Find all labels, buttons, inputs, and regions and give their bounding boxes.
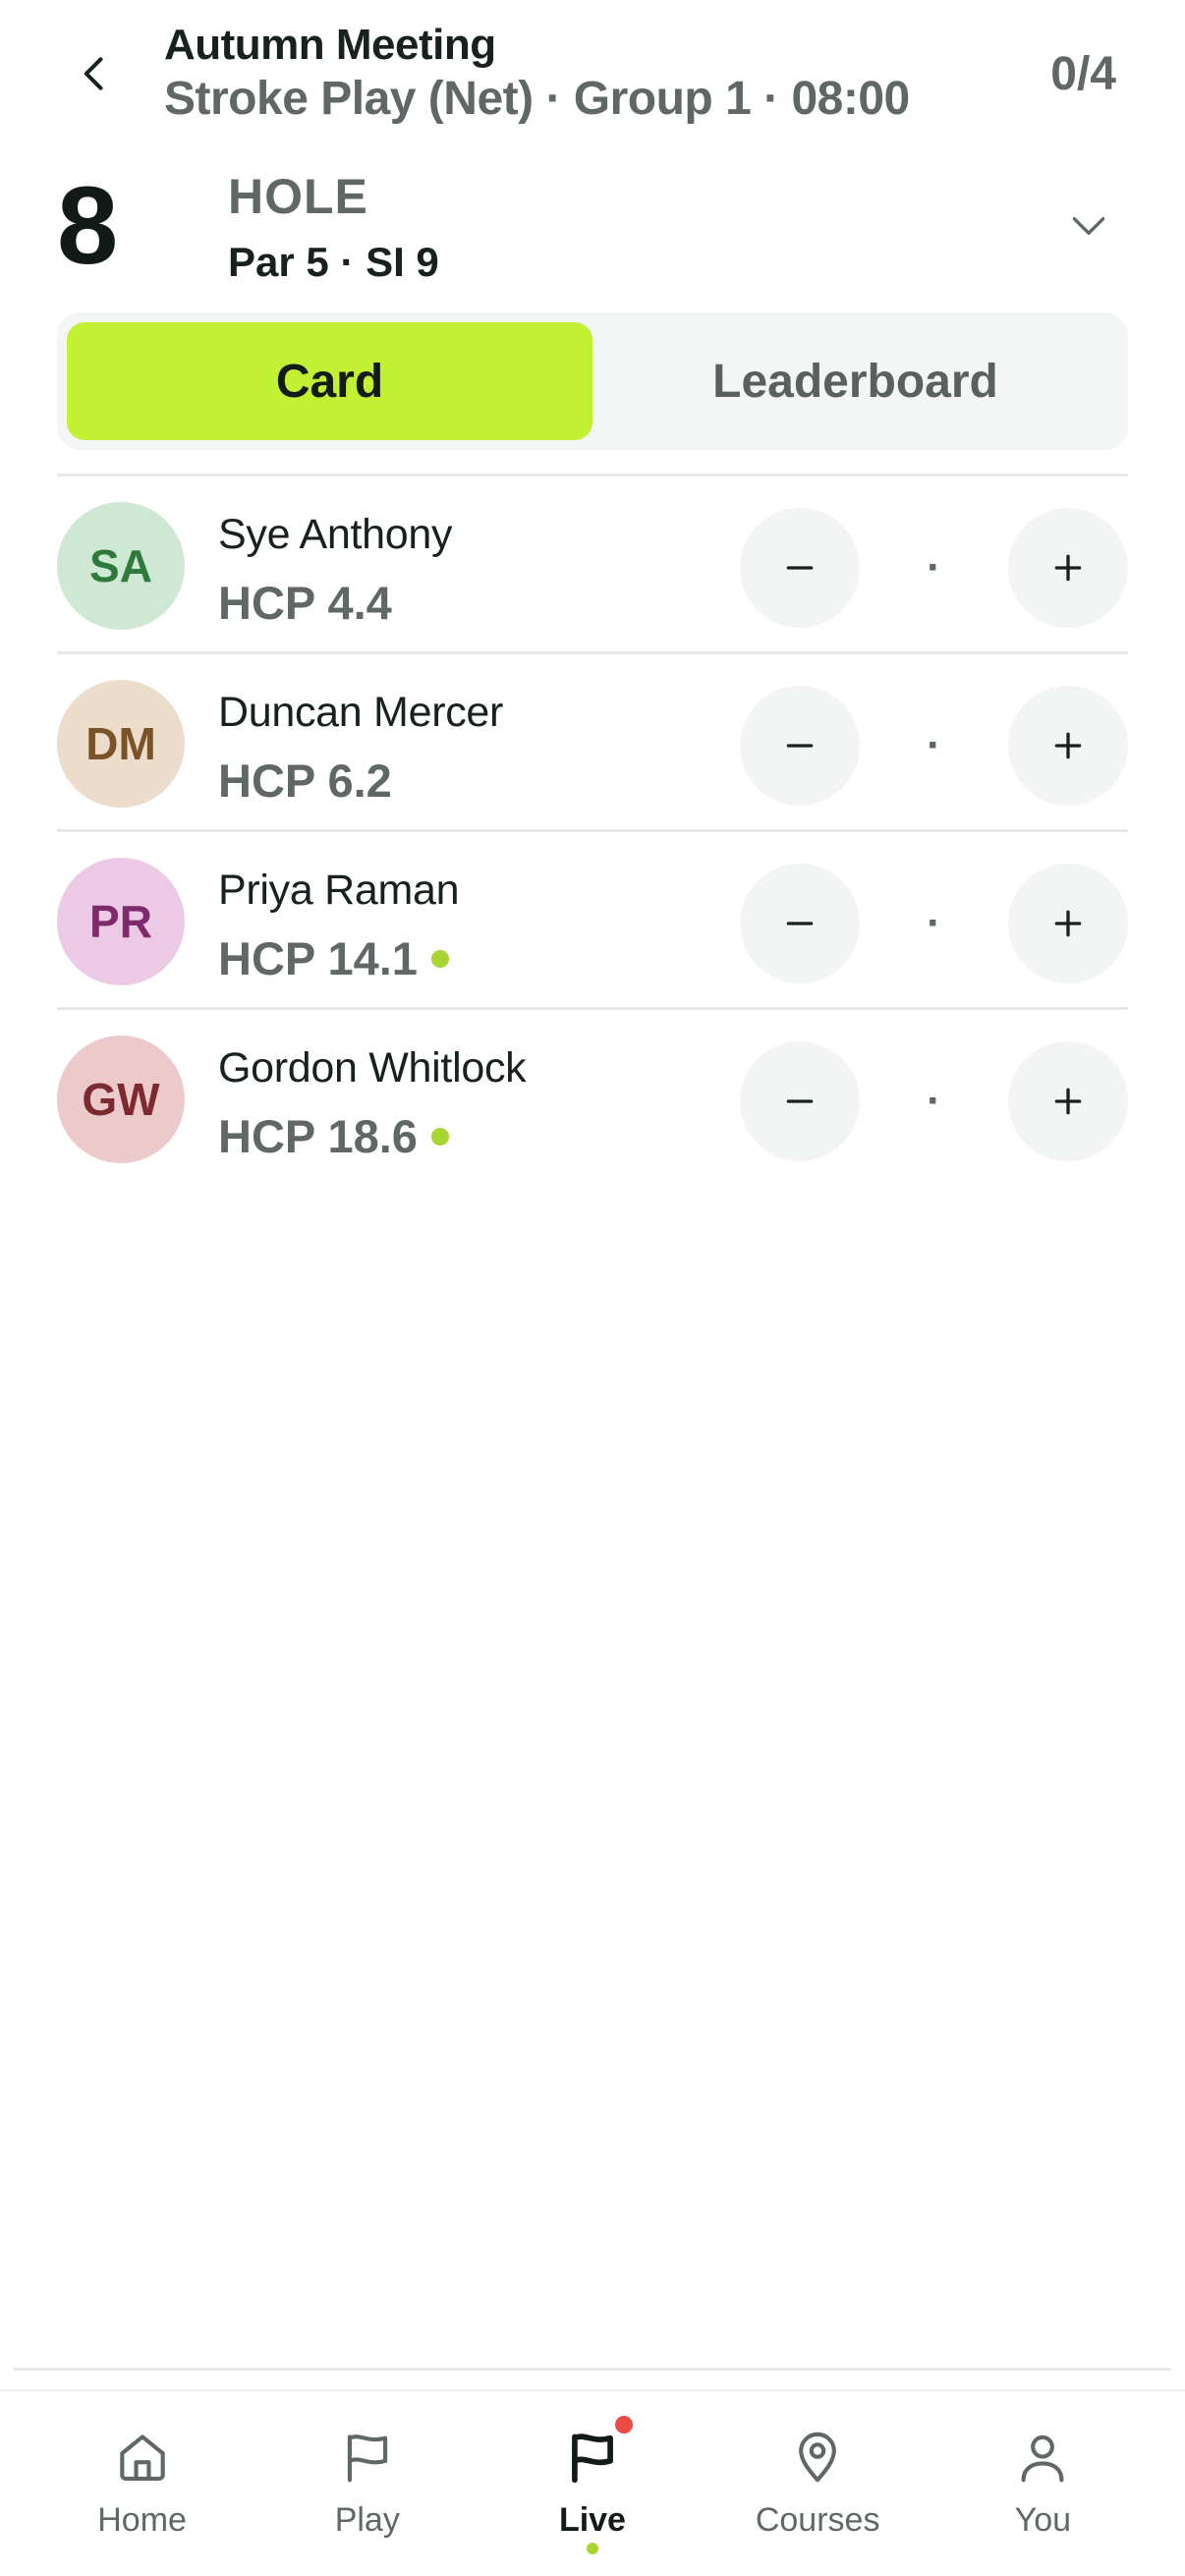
plus-icon <box>1054 732 1082 759</box>
back-button[interactable] <box>61 39 130 108</box>
nav-label: Live <box>558 2501 626 2539</box>
plus-icon <box>1054 554 1082 582</box>
hcp-value: HCP 4.4 <box>218 577 392 629</box>
header: Autumn Meeting Stroke Play (Net) · Group… <box>0 0 1185 147</box>
decrease-score-button[interactable] <box>740 508 860 628</box>
increase-score-button[interactable] <box>1008 508 1128 628</box>
increase-score-button[interactable] <box>1008 864 1128 983</box>
avatar-initials: GW <box>82 1074 160 1125</box>
home-icon <box>108 2423 177 2492</box>
player-name: Duncan Mercer <box>218 689 504 736</box>
hole-info: Par 5 · SI 9 <box>228 239 439 285</box>
nav-live[interactable]: Live <box>494 2391 691 2576</box>
divider <box>14 2368 1171 2371</box>
minus-icon <box>786 922 814 925</box>
player-list: SA Sye Anthony HCP 4.4 · DM Duncan Merce… <box>57 474 1128 1185</box>
hcp-value: HCP 14.1 <box>218 932 418 984</box>
increase-score-button[interactable] <box>1008 686 1128 806</box>
decrease-score-button[interactable] <box>740 864 860 983</box>
tab-card[interactable]: Card <box>67 322 592 440</box>
nav-label: You <box>1014 2501 1072 2539</box>
chevron-down-icon <box>1072 217 1105 235</box>
player-name: Gordon Whitlock <box>218 1044 527 1092</box>
score-progress: 0/4 <box>1050 48 1116 100</box>
nav-label: Home <box>97 2501 187 2539</box>
status-dot <box>430 950 449 968</box>
minus-icon <box>786 1099 814 1103</box>
avatar-initials: PR <box>89 896 152 947</box>
nav-home[interactable]: Home <box>44 2391 241 2576</box>
score-value: · <box>927 721 941 769</box>
minus-icon <box>786 744 814 748</box>
player-hcp: HCP 14.1 <box>218 930 449 987</box>
user-icon <box>1008 2423 1077 2492</box>
score-value: · <box>927 899 941 947</box>
hcp-value: HCP 18.6 <box>218 1110 418 1162</box>
hole-label: HOLE <box>228 169 368 224</box>
bottom-nav: Home Play Live Courses You <box>0 2391 1185 2576</box>
avatar-initials: DM <box>85 718 156 769</box>
decrease-score-button[interactable] <box>740 1041 860 1161</box>
view-tabs: Card Leaderboard <box>57 312 1128 450</box>
player-row: DM Duncan Mercer HCP 6.2 · <box>57 654 1128 829</box>
nav-play[interactable]: Play <box>269 2391 466 2576</box>
player-hcp: HCP 6.2 <box>218 753 392 810</box>
minus-icon <box>786 566 814 570</box>
plus-icon <box>1054 910 1082 937</box>
increase-score-button[interactable] <box>1008 1041 1128 1161</box>
score-value: · <box>927 1077 941 1125</box>
nav-courses[interactable]: Courses <box>719 2391 916 2576</box>
decrease-score-button[interactable] <box>740 686 860 806</box>
scorecard-screen: Autumn Meeting Stroke Play (Net) · Group… <box>0 0 1185 2576</box>
nav-you[interactable]: You <box>944 2391 1141 2576</box>
player-row: GW Gordon Whitlock HCP 18.6 · <box>57 1010 1128 1185</box>
flag-icon <box>333 2423 402 2492</box>
player-hcp: HCP 4.4 <box>218 575 392 632</box>
player-row: PR Priya Raman HCP 14.1 · <box>57 832 1128 1007</box>
meeting-subtitle: Stroke Play (Net) · Group 1 · 08:00 <box>164 73 910 125</box>
status-dot <box>430 1128 449 1146</box>
map-pin-icon <box>783 2423 852 2492</box>
plus-icon <box>1054 1088 1082 1115</box>
avatar: PR <box>57 858 185 985</box>
avatar: SA <box>57 502 185 630</box>
score-value: · <box>927 543 941 591</box>
player-hcp: HCP 18.6 <box>218 1108 449 1165</box>
avatar-initials: SA <box>89 540 152 591</box>
title-block: Autumn Meeting Stroke Play (Net) · Group… <box>164 20 970 128</box>
meeting-title: Autumn Meeting <box>164 21 496 69</box>
nav-label: Courses <box>755 2501 880 2539</box>
hcp-value: HCP 6.2 <box>218 755 392 807</box>
hole-number: 8 <box>57 164 118 287</box>
hole-selector[interactable]: 8 HOLE Par 5 · SI 9 <box>0 157 1185 305</box>
avatar: DM <box>57 680 185 808</box>
hole-dropdown-button[interactable] <box>1049 187 1128 265</box>
nav-label: Play <box>334 2501 400 2539</box>
tab-leaderboard[interactable]: Leaderboard <box>592 322 1118 440</box>
player-name: Priya Raman <box>218 867 460 914</box>
player-row: SA Sye Anthony HCP 4.4 · <box>57 476 1128 651</box>
active-indicator <box>586 2543 598 2554</box>
avatar: GW <box>57 1036 185 1163</box>
player-name: Sye Anthony <box>218 511 453 558</box>
chevron-left-icon <box>84 57 103 90</box>
notification-badge <box>611 2413 636 2436</box>
